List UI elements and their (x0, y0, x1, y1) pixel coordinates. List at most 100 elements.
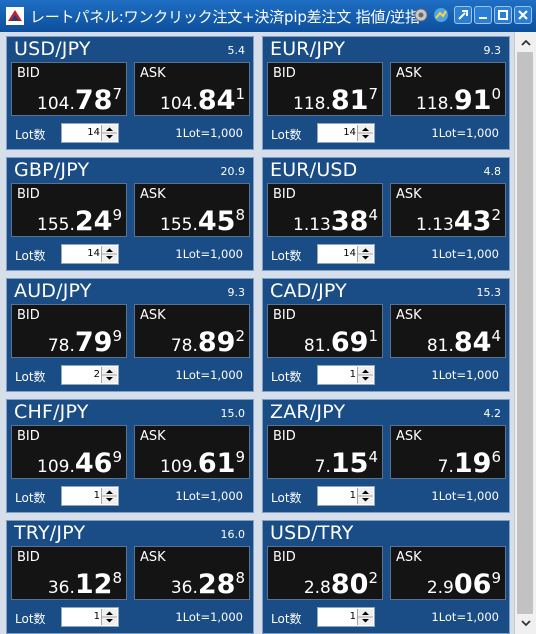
lot-input[interactable]: 14 (87, 127, 100, 138)
vertical-scrollbar[interactable] (514, 32, 536, 634)
ask-button[interactable]: ASK 155.458 (134, 183, 250, 237)
ask-label: ASK (396, 429, 422, 444)
bid-button[interactable]: BID 118.817 (267, 62, 383, 116)
currency-pair-panel-eur-jpy: EUR/JPY 9.3 BID 118.817 ASK 118.910 Lot数… (262, 36, 510, 150)
lot-quantity-stepper[interactable]: 1 (317, 365, 375, 385)
ask-label: ASK (396, 66, 422, 81)
bid-label: BID (17, 66, 40, 81)
bid-button[interactable]: BID 104.787 (11, 62, 127, 116)
bid-price: 7.154 (315, 450, 378, 478)
bid-price-pip: 9 (112, 448, 122, 466)
spinner-arrows-icon[interactable] (357, 246, 373, 262)
ask-button[interactable]: ASK 1.13432 (390, 183, 506, 237)
ask-button[interactable]: ASK 118.910 (390, 62, 506, 116)
bid-price-pip: 2 (368, 569, 378, 587)
chart-icon[interactable] (432, 6, 450, 24)
spinner-arrows-icon[interactable] (101, 488, 117, 504)
lot-label: Lot数 (15, 370, 46, 384)
bid-label: BID (17, 308, 40, 323)
lot-quantity-stepper[interactable]: 1 (317, 607, 375, 627)
lot-quantity-stepper[interactable]: 14 (317, 123, 375, 143)
spread-value: 20.9 (220, 165, 246, 178)
lot-row: Lot数 1 1Lot=1,000 (263, 363, 509, 387)
bid-button[interactable]: BID 109.469 (11, 425, 127, 479)
currency-pair-panel-usd-try: USD/TRY BID 2.8802 ASK 2.9069 Lot数 1 1Lo… (262, 520, 510, 634)
lot-input[interactable]: 2 (94, 369, 100, 380)
maximize-icon[interactable] (494, 6, 512, 24)
pin-icon[interactable] (454, 6, 472, 24)
ask-button[interactable]: ASK 7.196 (390, 425, 506, 479)
ask-label: ASK (140, 66, 166, 81)
ask-price: 104.841 (160, 87, 245, 115)
bid-button[interactable]: BID 155.249 (11, 183, 127, 237)
ask-price-pip: 4 (491, 327, 501, 345)
bid-price-main: 46 (74, 448, 113, 479)
lot-input[interactable]: 14 (87, 248, 100, 259)
lot-input[interactable]: 1 (94, 490, 100, 501)
settings-icon[interactable] (412, 6, 430, 24)
spinner-arrows-icon[interactable] (101, 125, 117, 141)
lot-quantity-stepper[interactable]: 1 (61, 486, 119, 506)
scroll-thumb[interactable] (517, 52, 533, 614)
lot-quantity-stepper[interactable]: 1 (61, 607, 119, 627)
pair-name: USD/JPY (14, 38, 91, 60)
ask-price-main: 91 (453, 85, 492, 116)
lot-input[interactable]: 1 (94, 611, 100, 622)
ask-price-pip: 6 (491, 448, 501, 466)
close-icon[interactable] (514, 6, 532, 24)
spinner-arrows-icon[interactable] (101, 367, 117, 383)
lot-input[interactable]: 14 (343, 248, 356, 259)
ask-price-pip: 8 (235, 569, 245, 587)
spread-value: 15.0 (220, 407, 246, 420)
bid-button[interactable]: BID 78.799 (11, 304, 127, 358)
lot-quantity-stepper[interactable]: 14 (317, 244, 375, 264)
spinner-arrows-icon[interactable] (357, 488, 373, 504)
bid-button[interactable]: BID 7.154 (267, 425, 383, 479)
spinner-arrows-icon[interactable] (357, 609, 373, 625)
ask-button[interactable]: ASK 2.9069 (390, 546, 506, 600)
lot-input[interactable]: 1 (350, 369, 356, 380)
ask-price: 36.288 (171, 569, 245, 600)
ask-price: 7.196 (438, 448, 501, 478)
lot-row: Lot数 14 1Lot=1,000 (7, 242, 253, 266)
ask-button[interactable]: ASK 104.841 (134, 62, 250, 116)
ask-price-prefix: 118. (416, 94, 454, 114)
ask-button[interactable]: ASK 36.288 (134, 546, 250, 600)
ask-price-pip: 0 (491, 85, 501, 103)
lot-size-info: 1Lot=1,000 (431, 247, 499, 261)
bid-button[interactable]: BID 1.13384 (267, 183, 383, 237)
minimize-icon[interactable] (474, 6, 492, 24)
spinner-arrows-icon[interactable] (357, 367, 373, 383)
ask-price-main: 28 (197, 569, 236, 600)
bid-price-pip: 9 (112, 206, 122, 224)
ask-button[interactable]: ASK 81.844 (390, 304, 506, 358)
lot-input[interactable]: 14 (343, 127, 356, 138)
ask-button[interactable]: ASK 109.619 (134, 425, 250, 479)
spinner-arrows-icon[interactable] (101, 609, 117, 625)
lot-row: Lot数 1 1Lot=1,000 (7, 484, 253, 508)
pair-name: EUR/JPY (270, 38, 346, 60)
spinner-arrows-icon[interactable] (357, 125, 373, 141)
lot-quantity-stepper[interactable]: 14 (61, 244, 119, 264)
bid-button[interactable]: BID 2.8802 (267, 546, 383, 600)
lot-quantity-stepper[interactable]: 1 (317, 486, 375, 506)
bid-button[interactable]: BID 81.691 (267, 304, 383, 358)
spread-value: 9.3 (227, 286, 246, 299)
title-bar[interactable]: レートパネル:ワンクリック注文+決済pip差注文 指値/逆指 (0, 0, 536, 32)
lot-input[interactable]: 1 (350, 490, 356, 501)
ask-price-main: 84 (453, 327, 492, 358)
lot-size-info: 1Lot=1,000 (431, 610, 499, 624)
ask-price: 109.619 (160, 450, 245, 478)
bid-button[interactable]: BID 36.128 (11, 546, 127, 600)
ask-price-main: 89 (197, 327, 236, 358)
bid-price-prefix: 78. (47, 336, 75, 356)
ask-button[interactable]: ASK 78.892 (134, 304, 250, 358)
spinner-arrows-icon[interactable] (101, 246, 117, 262)
lot-quantity-stepper[interactable]: 2 (61, 365, 119, 385)
pair-name: CAD/JPY (270, 280, 347, 302)
lot-input[interactable]: 1 (350, 611, 356, 622)
scroll-up-icon[interactable] (515, 33, 536, 51)
bid-price-prefix: 36. (47, 578, 75, 598)
lot-quantity-stepper[interactable]: 14 (61, 123, 119, 143)
scroll-down-icon[interactable] (515, 614, 536, 632)
